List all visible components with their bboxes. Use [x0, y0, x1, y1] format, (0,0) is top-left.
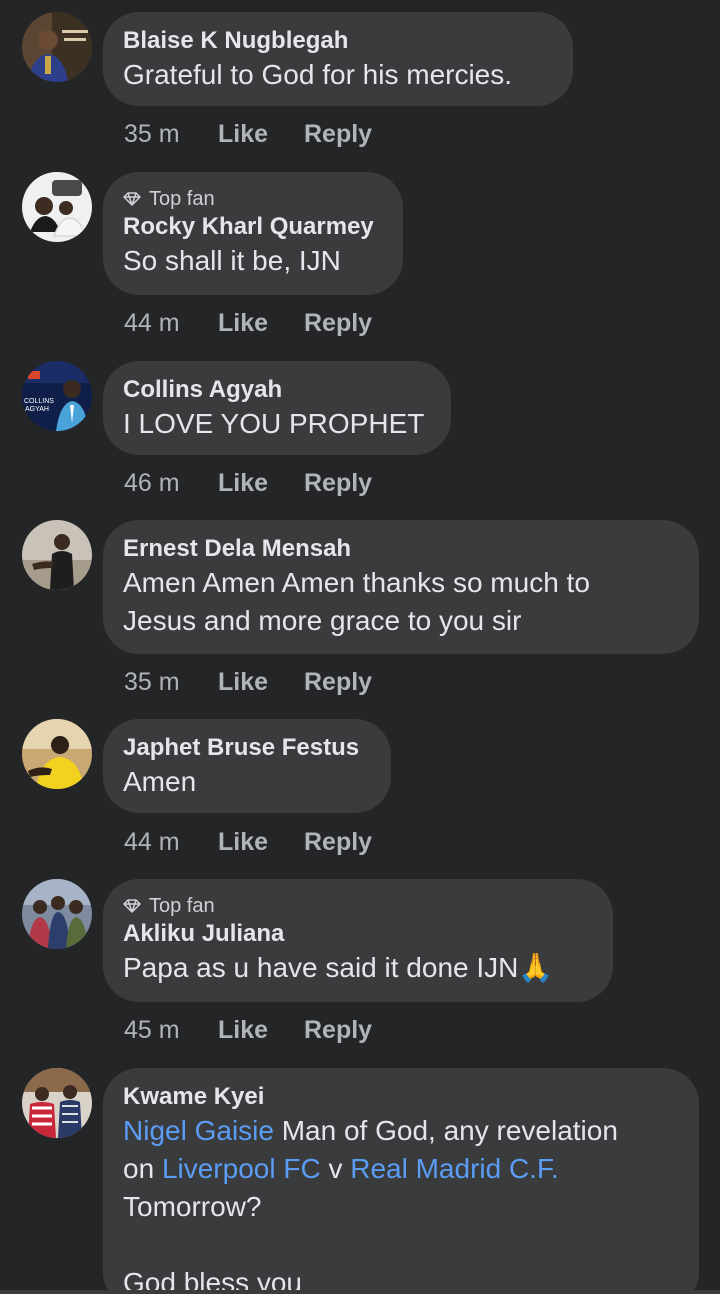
comment-text: Grateful to God for his mercies.: [123, 59, 513, 90]
avatar[interactable]: [22, 879, 92, 949]
comment-author[interactable]: Kwame Kyei: [123, 1082, 679, 1112]
avatar-name-line2: AGYAH: [25, 406, 49, 413]
comment-author[interactable]: Ernest Dela Mensah: [123, 534, 679, 564]
reply-button[interactable]: Reply: [304, 469, 372, 498]
diamond-icon: [123, 899, 141, 913]
avatar-image: [22, 172, 92, 242]
comment-actions: 46 m Like Reply: [124, 467, 372, 499]
top-fan-badge: Top fan: [123, 893, 593, 919]
avatar-image: [22, 719, 92, 789]
badge-label: Top fan: [149, 188, 215, 210]
comment-bubble[interactable]: Blaise K Nugblegah Grateful to God for h…: [103, 12, 573, 106]
comment-bubble[interactable]: Collins Agyah I LOVE YOU PROPHET: [103, 361, 451, 455]
avatar[interactable]: [22, 172, 92, 242]
comment-text-body: Papa as u have said it done IJN: [123, 952, 519, 983]
comment-text-part: v: [320, 1153, 351, 1184]
comment-author[interactable]: Blaise K Nugblegah: [123, 26, 553, 56]
avatar[interactable]: [22, 719, 92, 789]
comment-author[interactable]: Rocky Kharl Quarmey: [123, 212, 383, 242]
comment-text-line-3: Tomorrow?: [123, 1191, 262, 1222]
comment-time: 44 m: [124, 308, 180, 337]
comment-text-blank-line: [123, 1226, 679, 1264]
comment-text-part: on: [123, 1153, 162, 1184]
reply-button[interactable]: Reply: [304, 309, 372, 338]
comment-bubble[interactable]: Top fan Rocky Kharl Quarmey So shall it …: [103, 172, 403, 295]
like-button[interactable]: Like: [218, 469, 304, 498]
avatar-image: [22, 879, 92, 949]
comments-feed: Blaise K Nugblegah Grateful to God for h…: [0, 0, 720, 1294]
comment-actions: 44 m Like Reply: [124, 826, 372, 858]
comment-time: 45 m: [124, 1015, 180, 1044]
comment-time: 46 m: [124, 468, 180, 497]
comment-bubble[interactable]: Japhet Bruse Festus Amen: [103, 719, 391, 813]
like-button[interactable]: Like: [218, 1016, 304, 1045]
comment-actions: 35 m Like Reply: [124, 666, 372, 698]
comment-text-line-2: Jesus and more grace to you sir: [123, 605, 522, 636]
comment-author[interactable]: Collins Agyah: [123, 375, 431, 405]
comment-text-line-2: on Liverpool FC v Real Madrid C.F.: [123, 1150, 679, 1188]
avatar[interactable]: [22, 12, 92, 82]
comment-time: 35 m: [124, 667, 180, 696]
praying-hands-emoji: 🙏: [518, 952, 554, 983]
mention-link[interactable]: Liverpool FC: [162, 1153, 321, 1184]
comment-actions: 45 m Like Reply: [124, 1014, 372, 1046]
comment-bubble[interactable]: Ernest Dela Mensah Amen Amen Amen thanks…: [103, 520, 699, 654]
avatar[interactable]: [22, 1068, 92, 1138]
avatar-image: [22, 520, 92, 590]
mention-link[interactable]: Nigel Gaisie: [123, 1115, 274, 1146]
comment-bubble[interactable]: Top fan Akliku Juliana Papa as u have sa…: [103, 879, 613, 1002]
reply-button[interactable]: Reply: [304, 668, 372, 697]
like-button[interactable]: Like: [218, 120, 304, 149]
comment-text: I LOVE YOU PROPHET: [123, 408, 425, 439]
comment-text-line-1: Amen Amen Amen thanks so much to: [123, 567, 590, 598]
comment-text: So shall it be, IJN: [123, 245, 341, 276]
avatar-image: COLLINS AGYAH: [22, 361, 92, 431]
reply-button[interactable]: Reply: [304, 828, 372, 857]
mention-link[interactable]: Real Madrid C.F.: [350, 1153, 559, 1184]
like-button[interactable]: Like: [218, 828, 304, 857]
comment-text-line-1: Nigel Gaisie Man of God, any revelation: [123, 1112, 679, 1150]
reply-button[interactable]: Reply: [304, 120, 372, 149]
diamond-icon: [123, 192, 141, 206]
bottom-divider: [0, 1290, 720, 1294]
like-button[interactable]: Like: [218, 668, 304, 697]
comment-text-part: Man of God, any revelation: [273, 1115, 618, 1146]
comment-actions: 35 m Like Reply: [124, 118, 372, 150]
comment-bubble[interactable]: Kwame Kyei Nigel Gaisie Man of God, any …: [103, 1068, 699, 1294]
avatar[interactable]: [22, 520, 92, 590]
like-button[interactable]: Like: [218, 309, 304, 338]
comment-text: Amen: [123, 766, 197, 797]
comment-author[interactable]: Japhet Bruse Festus: [123, 733, 371, 763]
comment-time: 35 m: [124, 119, 180, 148]
comment-time: 44 m: [124, 827, 180, 856]
avatar[interactable]: COLLINS AGYAH: [22, 361, 92, 431]
top-fan-badge: Top fan: [123, 186, 383, 212]
avatar-name-line1: COLLINS: [24, 398, 54, 405]
avatar-image: [22, 1068, 92, 1138]
reply-button[interactable]: Reply: [304, 1016, 372, 1045]
avatar-image: [22, 12, 92, 82]
badge-label: Top fan: [149, 895, 215, 917]
comment-author[interactable]: Akliku Juliana: [123, 919, 593, 949]
comment-text: Papa as u have said it done IJN🙏: [123, 949, 593, 987]
comment-actions: 44 m Like Reply: [124, 307, 372, 339]
